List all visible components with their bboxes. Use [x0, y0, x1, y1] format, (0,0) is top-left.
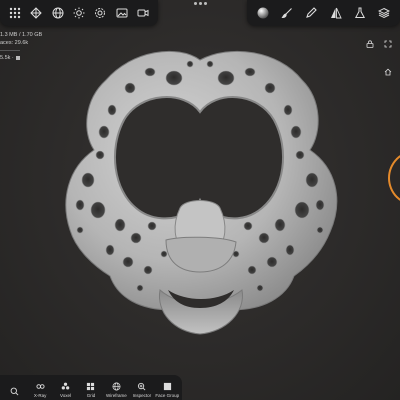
bottom-tool-face-group[interactable]: Face Group	[155, 376, 180, 398]
face-count-text: aces: 29.6k	[0, 40, 29, 46]
frame-icon[interactable]	[384, 35, 392, 53]
radial-menu-edge[interactable]	[388, 150, 400, 206]
bottom-tool-voxel[interactable]: Voxel	[53, 376, 78, 398]
inspector-icon	[138, 382, 146, 391]
bottom-tool-xray[interactable]: X-Ray	[27, 376, 52, 398]
subobject-count-text: 5.5k ·	[0, 55, 14, 61]
face-group-icon	[163, 382, 171, 391]
scene-stats-panel: 1.3 MB / 1.70 GB aces: 29.6k 5.5k ·	[0, 31, 42, 62]
bottom-tool-inspector-label: Inspector	[132, 393, 152, 398]
bottom-tool-face-group-label: Face Group	[155, 393, 180, 398]
bottom-tool-inspector[interactable]: Inspector	[129, 376, 154, 398]
sun-light-icon[interactable]	[70, 4, 88, 22]
wireframe-icon	[112, 382, 121, 391]
viewport-3d-model[interactable]	[40, 40, 370, 360]
bottom-tool-grid[interactable]: Grid	[78, 376, 103, 398]
bottom-tool-search[interactable]	[2, 376, 27, 398]
video-camera-icon[interactable]	[134, 4, 152, 22]
subobject-row[interactable]: 5.5k ·	[0, 54, 42, 62]
pen-icon[interactable]	[302, 4, 320, 22]
bottom-tool-wireframe[interactable]: Wireframe	[104, 376, 129, 398]
search-icon	[10, 387, 19, 396]
bottom-tool-xray-label: X-Ray	[33, 393, 47, 398]
bottom-tool-wireframe-label: Wireframe	[106, 393, 127, 398]
home-icon[interactable]	[384, 63, 392, 81]
settings-gear-icon[interactable]	[91, 4, 109, 22]
visibility-square-icon	[15, 56, 20, 60]
sphere-network-icon[interactable]	[27, 4, 45, 22]
image-icon[interactable]	[113, 4, 131, 22]
bottom-toolbar: X-Ray Voxel Grid Wireframe Inspector Fac…	[0, 375, 182, 400]
flask-icon[interactable]	[351, 4, 369, 22]
symmetry-icon[interactable]	[327, 4, 345, 22]
brush-icon[interactable]	[278, 4, 296, 22]
bottom-tool-voxel-label: Voxel	[60, 393, 72, 398]
stats-divider	[0, 50, 20, 51]
voxel-icon	[61, 382, 70, 390]
material-sphere-icon[interactable]	[254, 4, 272, 22]
grid-icon	[87, 382, 95, 391]
top-right-toolbar	[247, 0, 400, 26]
memory-usage-text: 1.3 MB / 1.70 GB	[0, 32, 43, 38]
grid-dots-icon[interactable]	[6, 4, 24, 22]
bottom-tool-grid-label: Grid	[86, 393, 96, 398]
xray-icon	[36, 384, 45, 389]
layers-icon[interactable]	[375, 4, 393, 22]
top-left-toolbar	[0, 0, 158, 26]
panel-drag-handle[interactable]	[194, 2, 208, 8]
globe-icon[interactable]	[49, 4, 67, 22]
